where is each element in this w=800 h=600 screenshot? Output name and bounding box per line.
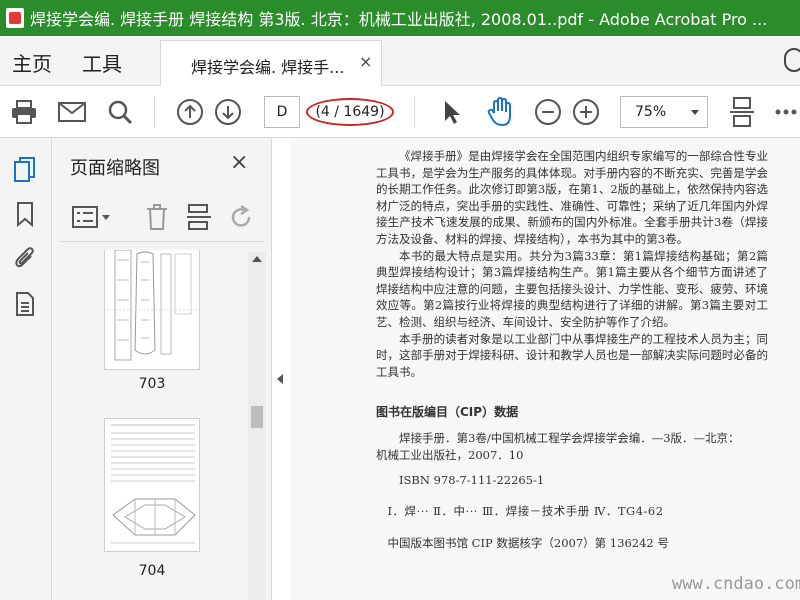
page-down-icon[interactable]	[212, 96, 244, 128]
document-icon[interactable]	[12, 290, 38, 318]
cip-isbn: ISBN 978-7-111-22265-1	[399, 473, 545, 488]
collapse-panel-icon[interactable]	[277, 374, 283, 384]
chevron-down-icon	[691, 110, 699, 115]
hand-icon[interactable]	[484, 96, 516, 128]
thumbnail-label: 703	[138, 376, 166, 392]
insert-page-icon[interactable]	[182, 202, 216, 232]
select-cursor-icon[interactable]	[436, 96, 468, 128]
document-viewer[interactable]: 《焊接手册》是由焊接学会在全国范围内组织专家编写的一部综合性专业工具书，是学会为…	[290, 138, 800, 600]
thumbnail-toolbar	[60, 196, 264, 242]
page-up-icon[interactable]	[174, 96, 206, 128]
document-tab-label: 焊接学会编. 焊接手...	[191, 58, 345, 77]
search-icon[interactable]	[104, 96, 136, 128]
cip-data-number: 中国版本图书馆 CIP 数据核字（2007）第 136242 号	[387, 536, 669, 551]
cip-heading: 图书在版编目（CIP）数据	[376, 405, 519, 420]
page-thumbnail-703[interactable]	[104, 250, 200, 370]
cip-classification: Ⅰ．焊··· Ⅱ．中··· Ⅲ．焊接－技术手册 Ⅳ．TG4-62	[387, 503, 664, 518]
toolbar-divider	[414, 96, 415, 128]
account-icon[interactable]	[784, 48, 800, 72]
menu-home[interactable]: 主页	[12, 48, 52, 77]
preface-paragraph: 本手册的读者对象是以工业部门中从事焊接生产的工程技术人员为主；同时，这部手册对于…	[376, 331, 768, 379]
scroll-up-icon[interactable]	[252, 256, 262, 262]
zoom-select[interactable]: 75%	[620, 96, 708, 128]
page-content: 《焊接手册》是由焊接学会在全国范围内组织专家编写的一部综合性专业工具书，是学会为…	[376, 148, 768, 552]
more-icon[interactable]	[770, 96, 800, 128]
page-number-input[interactable]: D	[264, 96, 300, 128]
print-icon[interactable]	[8, 96, 40, 128]
watermark: www.cndao.com	[672, 574, 800, 594]
close-icon[interactable]: ×	[230, 150, 248, 175]
document-tab[interactable]: 焊接学会编. 焊接手... ×	[160, 40, 382, 86]
window-title: 焊接学会编. 焊接手册 焊接结构 第3版. 北京：机械工业出版社, 2008.0…	[30, 10, 768, 29]
page-count: (4 / 1649)	[306, 98, 394, 126]
email-icon[interactable]	[56, 96, 88, 128]
thumbnail-label: 704	[138, 563, 166, 579]
left-navigation-rail	[0, 138, 52, 600]
title-bar: 焊接学会编. 焊接手册 焊接结构 第3版. 北京：机械工业出版社, 2008.0…	[0, 0, 800, 36]
menu-tools[interactable]: 工具	[82, 48, 122, 77]
attachments-icon[interactable]	[12, 244, 38, 272]
page-thumbnails-icon[interactable]	[12, 156, 38, 184]
preface-paragraph: 《焊接手册》是由焊接学会在全国范围内组织专家编写的一部综合性专业工具书，是学会为…	[376, 149, 768, 246]
menu-tab-bar: 主页 工具 焊接学会编. 焊接手... ×	[0, 36, 800, 86]
preface-paragraph: 本书的最大特点是实用。共分为3篇33章：第1篇焊接结构基础；第2篇典型焊接结构设…	[376, 248, 768, 329]
thumbnail-scrollbar[interactable]	[248, 252, 266, 600]
fit-page-icon[interactable]	[726, 96, 758, 128]
cip-entry: 焊接手册．第3卷/中国机械工程学会焊接学会编．—3版．—北京：	[399, 430, 740, 445]
delete-icon[interactable]	[140, 202, 174, 232]
zoom-out-icon[interactable]	[532, 96, 564, 128]
zoom-value: 75%	[635, 104, 667, 120]
rotate-icon[interactable]	[224, 202, 258, 232]
scrollbar-thumb[interactable]	[251, 406, 263, 428]
zoom-in-icon[interactable]	[570, 96, 602, 128]
bookmarks-icon[interactable]	[12, 200, 38, 228]
close-tab-icon[interactable]: ×	[359, 52, 372, 71]
toolbar-divider	[154, 96, 155, 128]
main-toolbar: D (4 / 1649) 75%	[0, 86, 800, 138]
options-menu-icon[interactable]	[70, 202, 114, 232]
cip-entry-continued: 机械工业出版社，2007．10	[376, 447, 524, 462]
panel-title: 页面缩略图	[70, 158, 160, 179]
thumbnail-panel: 页面缩略图 × 703 704	[52, 138, 272, 600]
page-thumbnail-704[interactable]	[104, 418, 200, 552]
acrobat-app-icon	[6, 8, 24, 28]
